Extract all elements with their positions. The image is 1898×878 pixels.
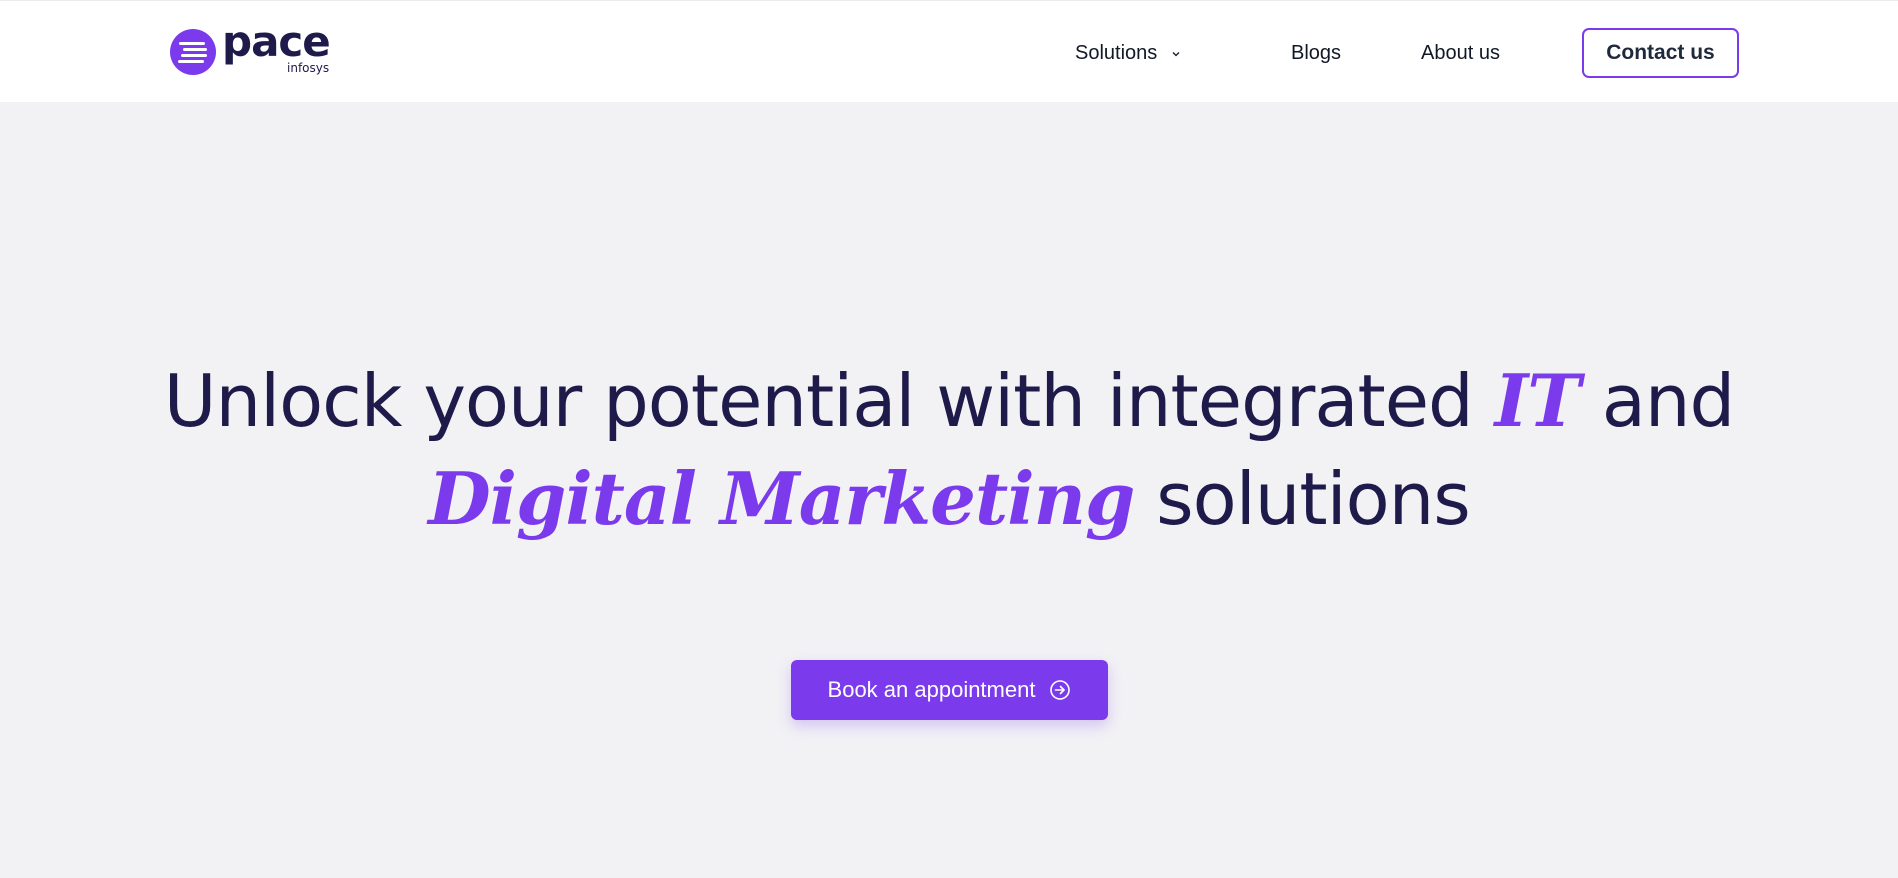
nav-solutions[interactable]: Solutions (1075, 41, 1181, 65)
contact-us-button[interactable]: Contact us (1582, 28, 1739, 78)
headline-line2-text: solutions (1134, 457, 1471, 541)
chevron-down-icon (1172, 51, 1180, 57)
headline-line1-end: and (1579, 359, 1735, 443)
book-appointment-button[interactable]: Book an appointment (791, 660, 1108, 720)
headline-accent-it: IT (1494, 358, 1581, 443)
main-nav: Solutions Blogs About us Contact us (0, 1, 1898, 103)
arrow-right-circle-icon (1050, 680, 1071, 700)
site-header: pace infosys Solutions Blogs About us Co… (0, 0, 1898, 102)
book-appointment-label: Book an appointment (827, 677, 1036, 702)
headline-line1-text: Unlock your potential with integrated (163, 359, 1495, 443)
nav-blogs[interactable]: Blogs (1291, 41, 1341, 65)
headline-accent-digital-marketing: Digital Marketing (428, 456, 1135, 541)
contact-us-label: Contact us (1606, 41, 1715, 64)
hero-section: Unlock your potential with integrated IT… (0, 102, 1898, 878)
nav-about-us[interactable]: About us (1421, 41, 1500, 65)
nav-solutions-label: Solutions (1075, 42, 1158, 64)
hero-headline: Unlock your potential with integrated IT… (0, 352, 1898, 548)
